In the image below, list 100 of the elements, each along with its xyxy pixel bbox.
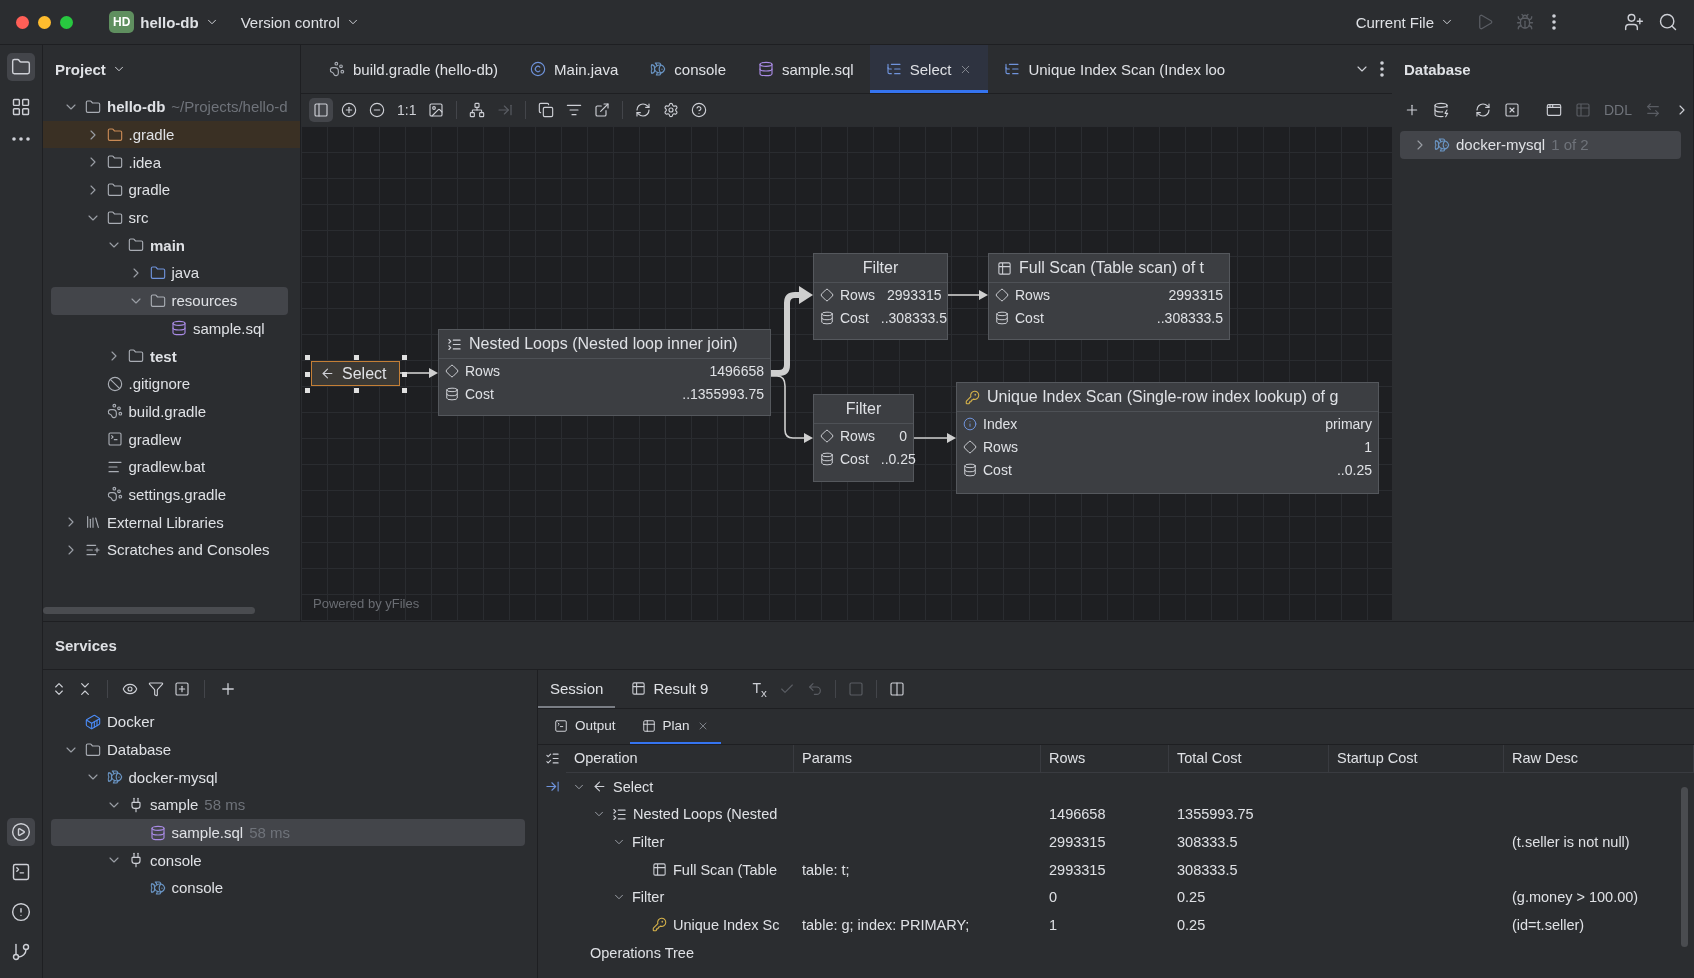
scrollbar[interactable]	[43, 607, 255, 614]
selection-handle[interactable]	[402, 355, 407, 360]
diamond-icon	[820, 287, 834, 302]
selection-handle[interactable]	[353, 355, 359, 360]
column-header[interactable]: Total Cost	[1169, 745, 1329, 773]
tree-item[interactable]: resources	[51, 286, 288, 315]
plan-node[interactable]: Filter Rows 2993315 Cost ..308333.5	[813, 253, 948, 340]
operation-text: Select	[613, 778, 654, 795]
filter-icon[interactable]	[148, 681, 164, 697]
tree-item[interactable]: .gitignore	[51, 369, 288, 398]
tree-item[interactable]: console	[51, 846, 525, 875]
tree-item[interactable]: gradlew.bat	[51, 452, 288, 481]
hierarchy-icon	[469, 102, 486, 118]
column-header[interactable]: Params	[794, 745, 1041, 773]
tree-item[interactable]: gradle	[51, 176, 288, 204]
editor-tab[interactable]: Unique Index Scan (Index loo	[988, 45, 1242, 93]
editor-tab[interactable]: Main.java	[514, 45, 635, 93]
tree-item[interactable]: Docker	[51, 708, 525, 736]
selection-handle[interactable]	[353, 388, 359, 393]
tree-item[interactable]: console	[51, 874, 525, 902]
list-icon[interactable]	[544, 751, 560, 767]
selection-handle[interactable]	[402, 371, 407, 377]
scrollbar[interactable]	[1681, 787, 1688, 947]
editor-tab[interactable]: Select	[869, 45, 989, 93]
selection-handle[interactable]	[305, 388, 310, 393]
database-icon	[995, 310, 1009, 325]
database-icon	[149, 824, 166, 841]
table-cell: 0.25	[1177, 889, 1206, 906]
tree-item[interactable]: build.gradle	[51, 397, 288, 426]
property-label: Index	[983, 415, 1018, 432]
property-label: Cost	[983, 461, 1012, 478]
tree-item[interactable]: Scratches and Consoles	[51, 536, 288, 564]
tx-button[interactable]: T$_{x}$	[748, 677, 771, 701]
run-config-selector[interactable]: Current File	[1351, 9, 1458, 35]
minimize-button[interactable]	[38, 15, 51, 29]
list-icon	[612, 806, 627, 822]
services-tool-button[interactable]	[7, 818, 35, 846]
tree-item[interactable]: hello-db ~/Projects/hello-d	[51, 93, 288, 121]
tree-item[interactable]: Database	[51, 735, 525, 764]
paw-icon	[329, 61, 345, 77]
editor-tab[interactable]: sample.sql	[742, 45, 870, 93]
selection-handle[interactable]	[305, 355, 310, 360]
result-tab[interactable]: Session	[538, 670, 616, 708]
tree-item[interactable]: sample 58 ms	[51, 791, 525, 819]
eye-icon[interactable]	[122, 681, 138, 697]
column-header[interactable]: Startup Cost	[1329, 745, 1504, 773]
editor-tab[interactable]: build.gradle (hello-db)	[313, 45, 515, 93]
table-cell: 308333.5	[1177, 861, 1238, 878]
new-item-icon[interactable]	[174, 681, 190, 697]
more-icon[interactable]	[1552, 14, 1556, 30]
column-header[interactable]: Rows	[1041, 745, 1169, 773]
plus-icon[interactable]	[219, 680, 237, 698]
tree-item[interactable]: src	[51, 203, 288, 232]
vcs-selector[interactable]: Version control	[236, 9, 364, 35]
property-value: ..0.25	[1335, 461, 1372, 478]
column-header[interactable]: Operation	[566, 745, 794, 773]
column-header[interactable]: Raw Desc	[1504, 745, 1694, 773]
zoom-out-icon	[369, 102, 385, 118]
plug-icon	[128, 796, 144, 813]
tree-item[interactable]: External Libraries	[51, 508, 288, 536]
actual-size-button[interactable]: 1:1	[393, 100, 421, 120]
columns-icon	[888, 681, 905, 697]
tree-item[interactable]: .idea	[51, 148, 288, 177]
editor-tab[interactable]: console	[634, 45, 742, 93]
result-tab[interactable]: Result 9	[619, 670, 721, 708]
node-title: Filter	[862, 259, 899, 277]
table-cell: 1355993.75	[1177, 806, 1254, 823]
result-subtab[interactable]: Plan	[629, 709, 721, 744]
plan-node[interactable]: Unique Index Scan (Single-row index lookup) of g Index primary Rows 1 Cost ..0.25	[956, 382, 1379, 494]
close-button[interactable]	[16, 15, 29, 29]
search-icon[interactable]	[1658, 12, 1678, 32]
project-tool-button[interactable]	[7, 53, 35, 81]
result-subtab[interactable]: Output	[542, 709, 628, 744]
sidebar-button[interactable]	[309, 98, 333, 122]
property-value: 0	[898, 427, 907, 444]
key-icon	[965, 389, 980, 405]
tree-item[interactable]: java	[51, 259, 288, 287]
tree-item[interactable]: docker-mysql	[51, 763, 525, 792]
operation-text: Full Scan (Table	[673, 861, 777, 878]
tree-item[interactable]: settings.gradle	[51, 480, 288, 509]
tree-item[interactable]: gradlew	[51, 425, 288, 453]
grid-icon	[11, 97, 31, 117]
tree-item[interactable]: sample.sql	[51, 314, 288, 343]
copy-icon	[538, 102, 555, 118]
plan-node[interactable]: Nested Loops (Nested loop inner join) Rows 1496658 Cost ..1355993.75	[438, 329, 771, 416]
tree-item[interactable]: .gradle	[43, 120, 300, 149]
selection-handle[interactable]	[305, 371, 310, 377]
more-icon[interactable]	[1380, 61, 1384, 77]
selection-handle[interactable]	[402, 388, 407, 393]
table-cell: 2993315	[1049, 833, 1106, 850]
user-add-icon[interactable]	[1624, 12, 1644, 32]
property-label: Cost	[465, 385, 494, 402]
tree-item[interactable]: test	[51, 342, 288, 370]
project-selector[interactable]: HD hello-db	[105, 7, 223, 37]
tree-item[interactable]: main	[51, 231, 288, 260]
zoom-button[interactable]	[60, 15, 73, 29]
plan-node[interactable]: Filter Rows 0 Cost ..0.25	[813, 394, 914, 482]
folder-icon	[106, 181, 123, 198]
plan-node[interactable]: Full Scan (Table scan) of t Rows 2993315 Cost ..308333.5	[988, 253, 1230, 340]
path-text: ~/Projects/hello-d	[171, 98, 288, 116]
